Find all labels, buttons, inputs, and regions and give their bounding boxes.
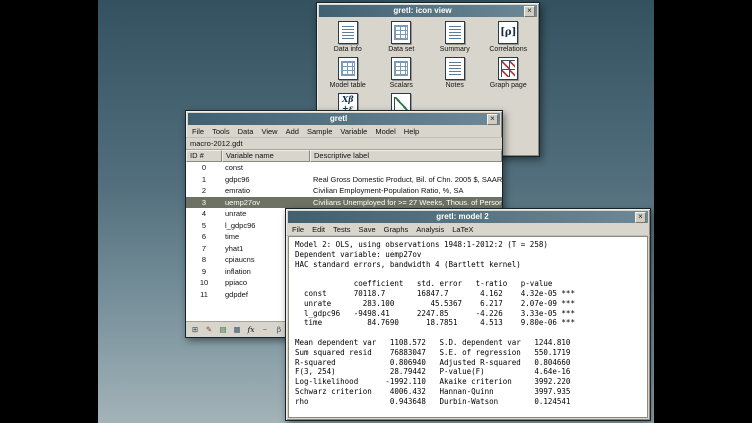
table-row[interactable]: 0 const [186,162,502,174]
menu-item[interactable]: File [288,224,308,235]
model-titlebar[interactable]: gretl: model 2 × [288,211,648,223]
session-object-icon [338,21,358,44]
main-menubar: File Tools Data View Add Sample Variable… [186,125,502,138]
cell-descriptive-label: Civilians Unemployed for >= 27 Weeks, Th… [310,197,502,209]
toolbar-icon[interactable]: ⊞ [189,324,201,336]
variable-table-header: ID # Variable name Descriptive label [186,150,502,162]
cell-variable-name: gdpc96 [222,174,310,186]
session-icon-item[interactable]: Data set [375,21,429,54]
session-icon-grid: Data info Data set Summary Correlations … [317,17,539,118]
menu-item[interactable]: File [188,126,208,137]
session-icon-label: Summary [428,46,482,54]
window-title: gretl [190,113,487,125]
column-header-id[interactable]: ID # [186,150,222,162]
cell-id: 7 [186,243,222,255]
session-object-icon [445,21,465,44]
menu-item[interactable]: Sample [303,126,336,137]
toolbar-icon[interactable]: ✎ [203,324,215,336]
cell-id: 2 [186,185,222,197]
session-icon-label: Correlations [482,46,536,54]
model-output-text: Model 2: OLS, using observations 1948:1-… [289,237,647,410]
session-object-icon [338,57,358,80]
cell-id: 9 [186,266,222,278]
window-title: gretl: icon view [321,5,524,17]
cell-id: 4 [186,208,222,220]
menu-item[interactable]: View [257,126,281,137]
session-icon-item[interactable]: Model table [321,57,375,90]
main-titlebar[interactable]: gretl × [188,113,500,125]
cell-id: 8 [186,254,222,266]
cell-id: 10 [186,277,222,289]
cell-id: 5 [186,220,222,232]
session-icon-item[interactable]: Graph page [482,57,536,90]
model-output-area: Model 2: OLS, using observations 1948:1-… [288,236,648,418]
dataset-filename: macro-2012.gdt [186,138,502,150]
column-header-label[interactable]: Descriptive label [310,150,502,162]
close-icon[interactable]: × [635,212,646,223]
session-icon-label: Model table [321,82,375,90]
menu-item[interactable]: Edit [308,224,329,235]
table-row[interactable]: 1 gdpc96 Real Gross Domestic Product, Bi… [186,174,502,186]
session-icon-item[interactable]: Notes [428,57,482,90]
menu-item[interactable]: LaTeX [448,224,477,235]
session-icon-label: Data info [321,46,375,54]
session-object-icon [445,57,465,80]
toolbar-icon[interactable]: β [273,324,285,336]
menu-item[interactable]: Model [371,126,399,137]
model-menubar: File Edit Tests Save Graphs Analysis LaT… [286,223,650,236]
cell-id: 6 [186,231,222,243]
session-icon-item[interactable]: Correlations [482,21,536,54]
close-icon[interactable]: × [487,114,498,125]
session-icon-label: Graph page [482,82,536,90]
session-icon-item[interactable]: Scalars [375,57,429,90]
cell-descriptive-label: Real Gross Domestic Product, Bil. of Chn… [310,174,502,186]
table-row[interactable]: 2 emratio Civilian Employment-Population… [186,185,502,197]
session-icon-label: Scalars [375,82,429,90]
cell-variable-name: emratio [222,185,310,197]
session-object-icon [498,21,518,44]
menu-item[interactable]: Tests [329,224,355,235]
menu-item[interactable]: Tools [208,126,234,137]
cell-id: 3 [186,197,222,209]
menu-item[interactable]: Graphs [380,224,413,235]
toolbar-icon[interactable]: ~ [259,324,271,336]
cell-descriptive-label [310,162,502,174]
menu-item[interactable]: Data [234,126,258,137]
menu-item[interactable]: Add [282,126,303,137]
session-object-icon [498,57,518,80]
cell-descriptive-label: Civilian Employment-Population Ratio, %,… [310,185,502,197]
column-header-name[interactable]: Variable name [222,150,310,162]
table-row[interactable]: 3 uemp27ov Civilians Unemployed for >= 2… [186,197,502,209]
session-object-icon [391,57,411,80]
session-icon-label: Data set [375,46,429,54]
cell-id: 0 [186,162,222,174]
screen: { "chrome": { "close": "×" }, "colors": … [0,0,752,423]
window-title: gretl: model 2 [290,211,635,223]
menu-item[interactable]: Help [400,126,423,137]
menu-item[interactable]: Variable [336,126,371,137]
menu-item[interactable]: Save [355,224,380,235]
cell-variable-name: uemp27ov [222,197,310,209]
menu-item[interactable]: Analysis [412,224,448,235]
session-icon-item[interactable]: Summary [428,21,482,54]
session-object-icon [391,21,411,44]
cell-variable-name: const [222,162,310,174]
model-window: gretl: model 2 × File Edit Tests Save Gr… [285,208,651,421]
toolbar-icon[interactable]: ▦ [231,324,243,336]
cell-id: 1 [186,174,222,186]
session-icon-item[interactable]: Data info [321,21,375,54]
cell-id: 11 [186,289,222,301]
close-icon[interactable]: × [524,6,535,17]
toolbar-icon[interactable]: ▤ [217,324,229,336]
toolbar-icon[interactable]: fx [245,324,257,336]
session-icon-label: Notes [428,82,482,90]
icon-view-titlebar[interactable]: gretl: icon view × [319,5,537,17]
